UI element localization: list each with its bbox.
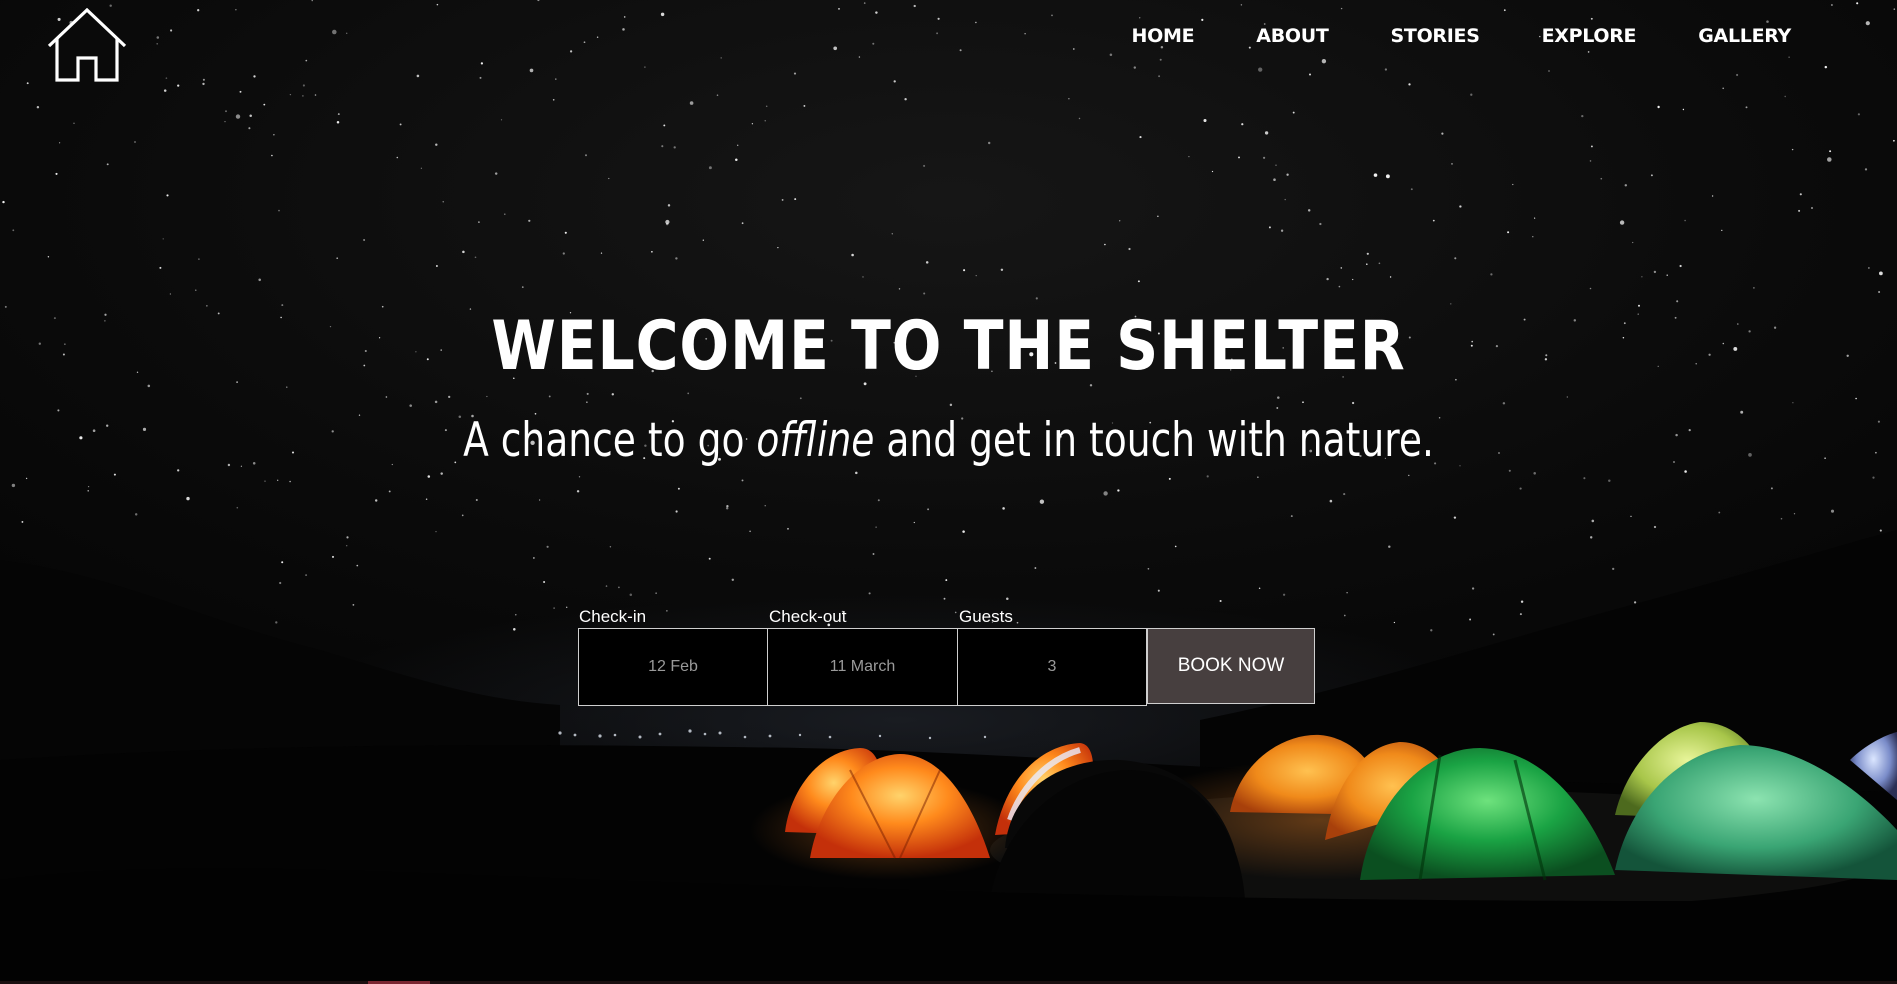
hero-tagline: A chance to go offline and get in touch … (190, 410, 1708, 472)
book-now-button[interactable]: BOOK NOW (1147, 628, 1315, 704)
guests-input[interactable]: 3 (958, 628, 1147, 706)
guests-label: Guests (959, 607, 1013, 626)
hero-title: WELCOME TO THE SHELTER (491, 307, 1406, 386)
nav-stories[interactable]: STORIES (1391, 22, 1480, 50)
tagline-start: A chance to go (463, 413, 757, 468)
nav-about[interactable]: ABOUT (1256, 22, 1329, 50)
checkin-label: Check-in (579, 607, 647, 626)
checkin-input[interactable]: 12 Feb (578, 628, 768, 706)
booking-form: Check-in 12 Feb Check-out 11 March Guest… (578, 606, 1315, 706)
hero-background (0, 0, 1897, 984)
tagline-emphasis: offline (756, 413, 875, 468)
main-nav: HOME ABOUT STORIES EXPLORE GALLERY (1070, 22, 1792, 50)
nav-explore[interactable]: EXPLORE (1542, 22, 1637, 50)
checkout-label: Check-out (769, 607, 847, 626)
logo[interactable] (46, 7, 128, 84)
nav-home[interactable]: HOME (1132, 22, 1195, 50)
guests-field: Guests 3 (958, 606, 1147, 706)
tagline-end: and get in touch with nature. (874, 413, 1434, 468)
nav-gallery[interactable]: GALLERY (1698, 22, 1791, 50)
campsite-scene (0, 530, 1897, 984)
checkout-input[interactable]: 11 March (768, 628, 958, 706)
house-icon (47, 7, 127, 82)
checkin-field: Check-in 12 Feb (578, 606, 768, 706)
checkout-field: Check-out 11 March (768, 606, 958, 706)
